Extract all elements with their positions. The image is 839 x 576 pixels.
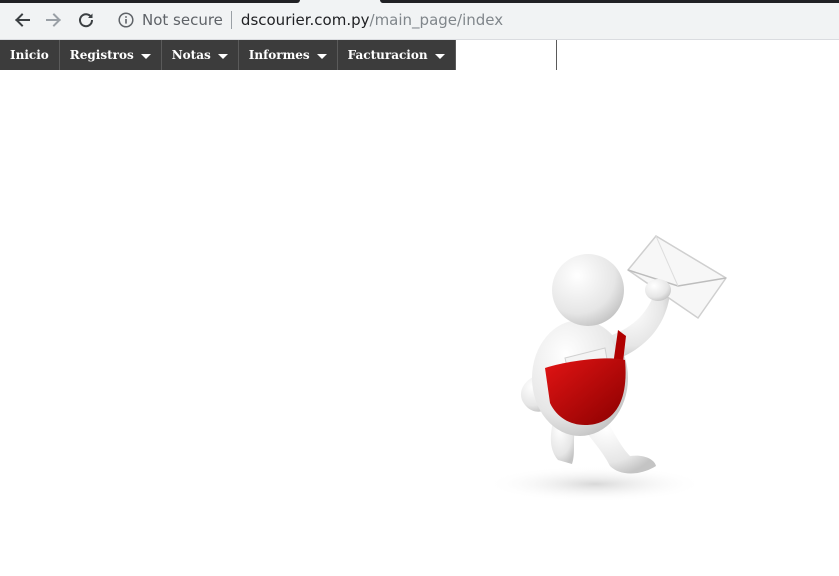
url-host[interactable]: dscourier.com.py (241, 11, 370, 29)
caret-down-icon (316, 53, 327, 59)
address-bar[interactable]: Not secure dscourier.com.py/main_page/in… (108, 4, 839, 36)
menu-item-facturacion[interactable]: Facturacion (338, 40, 456, 70)
menu-item-auditoria[interactable]: Auditoria (456, 40, 557, 70)
menu-item-label: Informes (248, 48, 310, 62)
forward-button[interactable] (42, 8, 66, 32)
menu-item-label: Facturacion (347, 48, 428, 62)
forward-arrow-icon (46, 13, 61, 27)
reload-icon (79, 13, 94, 28)
url-path[interactable]: /main_page/index (370, 11, 504, 29)
caret-down-icon (434, 53, 445, 59)
menu-item-label: Registros (69, 48, 134, 62)
menu-item-inicio[interactable]: Inicio (0, 40, 60, 70)
menu-item-informes[interactable]: Informes (239, 40, 338, 70)
security-label[interactable]: Not secure (142, 11, 223, 29)
menu-item-registros[interactable]: Registros (60, 40, 162, 70)
back-button[interactable] (10, 8, 34, 32)
reload-button[interactable] (74, 8, 98, 32)
envelope-icon (626, 235, 728, 320)
main-menu: Inicio Registros Notas Informes Facturac… (0, 40, 557, 70)
caret-down-icon (217, 53, 228, 59)
menu-item-label: Notas (171, 48, 211, 62)
back-arrow-icon (15, 13, 30, 27)
browser-toolbar: Not secure dscourier.com.py/main_page/in… (0, 0, 839, 40)
courier-illustration (485, 235, 728, 502)
tab-strip-edge (0, 0, 839, 3)
omnibox-divider (230, 11, 232, 29)
menu-item-notas[interactable]: Notas (162, 40, 239, 70)
info-icon[interactable] (118, 12, 134, 28)
caret-down-icon (535, 53, 546, 59)
menu-item-label: Auditoria (465, 48, 529, 62)
tab-strip-left (0, 0, 300, 3)
menu-item-label: Inicio (10, 48, 49, 62)
tab-strip-right (380, 0, 839, 3)
caret-down-icon (140, 53, 151, 59)
